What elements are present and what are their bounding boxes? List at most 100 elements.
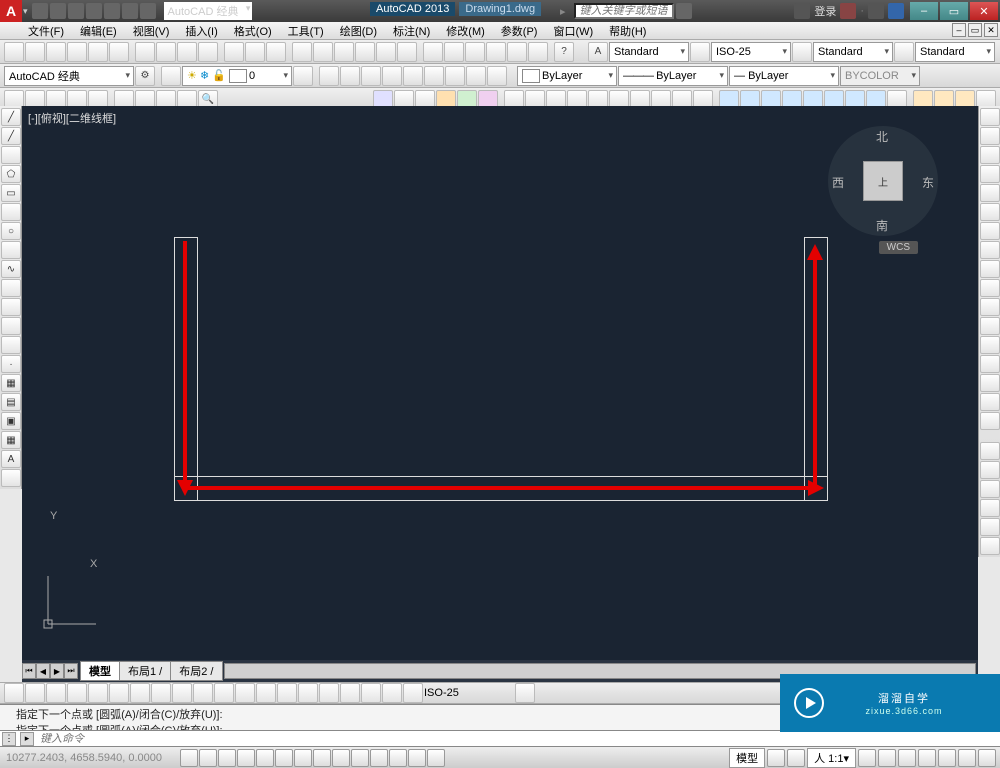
plot-icon[interactable] bbox=[104, 3, 120, 19]
help-search-input[interactable] bbox=[574, 3, 674, 19]
dimang-icon[interactable] bbox=[151, 683, 171, 703]
help-icon[interactable]: ? bbox=[554, 42, 574, 62]
dimrad-icon[interactable] bbox=[88, 683, 108, 703]
xline-icon[interactable]: ╱ bbox=[1, 127, 21, 145]
hatch-icon[interactable]: ▦ bbox=[1, 374, 21, 392]
scale-icon[interactable] bbox=[980, 241, 1000, 259]
ortho-toggle[interactable] bbox=[218, 749, 236, 767]
ducs-toggle[interactable] bbox=[313, 749, 331, 767]
layerlock-icon[interactable] bbox=[466, 66, 486, 86]
doc-close-button[interactable]: ✕ bbox=[984, 23, 998, 37]
hardware-accel-icon[interactable] bbox=[938, 749, 956, 767]
matchprop-icon[interactable] bbox=[198, 42, 218, 62]
tab-next-button[interactable]: ▶ bbox=[50, 663, 64, 679]
undo-icon[interactable] bbox=[245, 42, 265, 62]
menu-view[interactable]: 视图(V) bbox=[125, 22, 178, 40]
sheetset-icon[interactable] bbox=[486, 42, 506, 62]
block-icon[interactable] bbox=[1, 336, 21, 354]
save-icon[interactable] bbox=[46, 42, 66, 62]
dimstyle-dropdown[interactable]: ISO-25 bbox=[711, 42, 791, 62]
layeroff-icon[interactable] bbox=[424, 66, 444, 86]
drawing-canvas[interactable]: [-][俯视][二维线框] Y X 上 北 南 东 西 WCS bbox=[22, 106, 978, 660]
dimspace-icon[interactable] bbox=[235, 683, 255, 703]
rotate-icon[interactable] bbox=[980, 222, 1000, 240]
zoom-icon[interactable] bbox=[313, 42, 333, 62]
menu-modify[interactable]: 修改(M) bbox=[438, 22, 493, 40]
app-menu-button[interactable]: A bbox=[0, 0, 22, 22]
gradient-icon[interactable]: ▤ bbox=[1, 393, 21, 411]
revcloud-icon[interactable] bbox=[1, 241, 21, 259]
dimcont-icon[interactable] bbox=[214, 683, 234, 703]
viewcube-west[interactable]: 西 bbox=[832, 174, 844, 191]
tolerance-icon[interactable] bbox=[277, 683, 297, 703]
toolbar-lock-icon[interactable] bbox=[918, 749, 936, 767]
layerprops-icon[interactable] bbox=[161, 66, 181, 86]
copy-icon[interactable] bbox=[156, 42, 176, 62]
polar-toggle[interactable] bbox=[237, 749, 255, 767]
commandline-recent-button[interactable]: ▸ bbox=[20, 732, 34, 746]
tablestyle-dropdown[interactable]: Standard bbox=[813, 42, 893, 62]
dimord-icon[interactable] bbox=[67, 683, 87, 703]
break-icon[interactable] bbox=[980, 317, 1000, 335]
layerunlock-icon[interactable] bbox=[487, 66, 507, 86]
annoscale-dropdown[interactable]: 人 1:1▾ bbox=[807, 748, 856, 768]
drawordr2-icon[interactable] bbox=[980, 461, 1000, 479]
otrack-toggle[interactable] bbox=[294, 749, 312, 767]
minimize-button[interactable]: – bbox=[910, 2, 938, 20]
dimaligned-icon[interactable] bbox=[25, 683, 45, 703]
drawordr1-icon[interactable] bbox=[980, 442, 1000, 460]
layeriso-icon[interactable] bbox=[361, 66, 381, 86]
snap-toggle[interactable] bbox=[180, 749, 198, 767]
plotstyle-dropdown[interactable]: BYCOLOR bbox=[840, 66, 920, 86]
tablestyle-icon[interactable] bbox=[792, 42, 812, 62]
commandline-handle-icon[interactable]: ⋮ bbox=[2, 732, 16, 746]
blockeditor-icon[interactable] bbox=[224, 42, 244, 62]
publish-icon[interactable] bbox=[109, 42, 129, 62]
autodesk360-icon[interactable] bbox=[794, 3, 810, 19]
showmotion-icon[interactable] bbox=[397, 42, 417, 62]
join-icon[interactable] bbox=[980, 336, 1000, 354]
tab-prev-button[interactable]: ◀ bbox=[36, 663, 50, 679]
viewport-label[interactable]: [-][俯视][二维线框] bbox=[28, 110, 116, 126]
redo-icon[interactable] bbox=[266, 42, 286, 62]
dim-style-dropdown-2[interactable]: ISO-25 bbox=[424, 687, 514, 699]
menu-draw[interactable]: 绘图(D) bbox=[332, 22, 385, 40]
sc-toggle[interactable] bbox=[408, 749, 426, 767]
dyn-toggle[interactable] bbox=[332, 749, 350, 767]
layerfrz-icon[interactable] bbox=[403, 66, 423, 86]
am-toggle[interactable] bbox=[427, 749, 445, 767]
explode-icon[interactable] bbox=[980, 412, 1000, 430]
color-dropdown[interactable]: ByLayer bbox=[517, 66, 617, 86]
open-icon[interactable] bbox=[50, 3, 66, 19]
staysconnected-icon[interactable] bbox=[868, 3, 884, 19]
open-icon[interactable] bbox=[25, 42, 45, 62]
mleaderstyle-dropdown[interactable]: Standard bbox=[915, 42, 995, 62]
ellipsearc-icon[interactable] bbox=[1, 298, 21, 316]
annovis-icon[interactable] bbox=[858, 749, 876, 767]
mleaderstyle-icon[interactable] bbox=[894, 42, 914, 62]
dimupdate-icon[interactable] bbox=[403, 683, 423, 703]
quickview-drawings-icon[interactable] bbox=[787, 749, 805, 767]
mirror-icon[interactable] bbox=[980, 146, 1000, 164]
tab-layout2[interactable]: 布局2 / bbox=[170, 661, 222, 681]
tab-model[interactable]: 模型 bbox=[80, 661, 120, 681]
dimstyle-icon[interactable] bbox=[690, 42, 710, 62]
properties-icon[interactable] bbox=[423, 42, 443, 62]
layermatch-icon[interactable] bbox=[293, 66, 313, 86]
circle-icon[interactable]: ○ bbox=[1, 222, 21, 240]
quickview-layouts-icon[interactable] bbox=[767, 749, 785, 767]
doc-minimize-button[interactable]: – bbox=[952, 23, 966, 37]
rectangle-icon[interactable]: ▭ bbox=[1, 184, 21, 202]
layeruniso-icon[interactable] bbox=[382, 66, 402, 86]
fillet-icon[interactable] bbox=[980, 374, 1000, 392]
drawordr6-icon[interactable] bbox=[980, 537, 1000, 555]
offset-icon[interactable] bbox=[980, 165, 1000, 183]
markup-icon[interactable] bbox=[507, 42, 527, 62]
preview-icon[interactable] bbox=[88, 42, 108, 62]
print-icon[interactable] bbox=[67, 42, 87, 62]
steering-icon[interactable] bbox=[376, 42, 396, 62]
orbit-icon[interactable] bbox=[355, 42, 375, 62]
help-icon[interactable] bbox=[888, 3, 904, 19]
table-icon[interactable]: ▦ bbox=[1, 431, 21, 449]
menu-format[interactable]: 格式(O) bbox=[226, 22, 280, 40]
